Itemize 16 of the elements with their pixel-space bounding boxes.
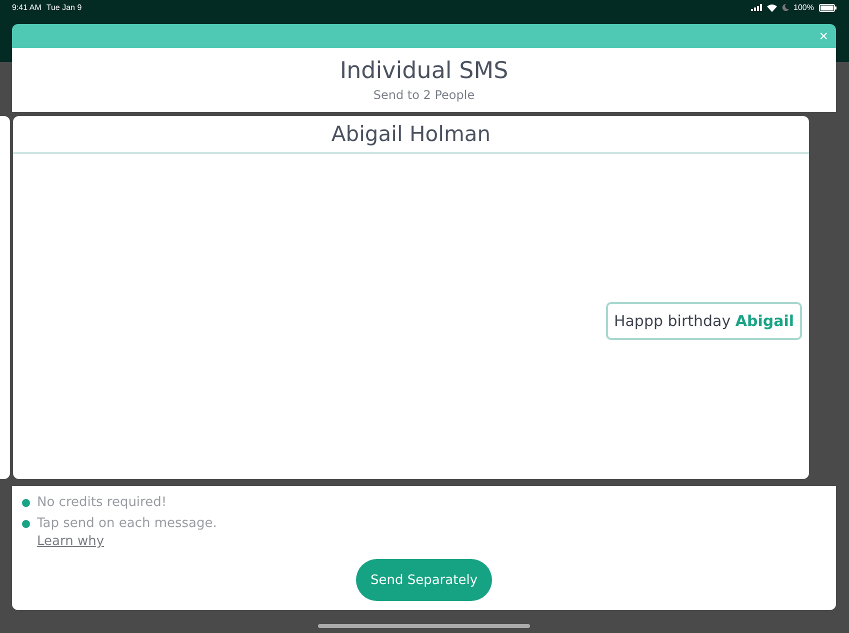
close-button[interactable]: × <box>817 28 830 44</box>
recipient-name: Abigail Holman <box>13 116 809 154</box>
modal-title: Individual SMS <box>340 58 508 84</box>
wifi-icon <box>766 4 777 12</box>
moon-icon <box>782 4 789 11</box>
note-text: No credits required! <box>37 495 167 510</box>
status-time: 9:41 AM <box>12 3 42 12</box>
send-separately-button[interactable]: Send Separately <box>356 559 492 601</box>
message-bubble: Happp birthday Abigail <box>606 302 802 340</box>
learn-why-link[interactable]: Learn why <box>37 534 104 549</box>
note-text: Tap send on each message. <box>37 516 217 531</box>
modal-subtitle: Send to 2 People <box>373 88 475 102</box>
signal-icon <box>750 4 762 11</box>
battery-icon <box>819 4 837 12</box>
battery-percent: 100% <box>794 3 814 12</box>
status-date: Tue Jan 9 <box>46 3 82 12</box>
